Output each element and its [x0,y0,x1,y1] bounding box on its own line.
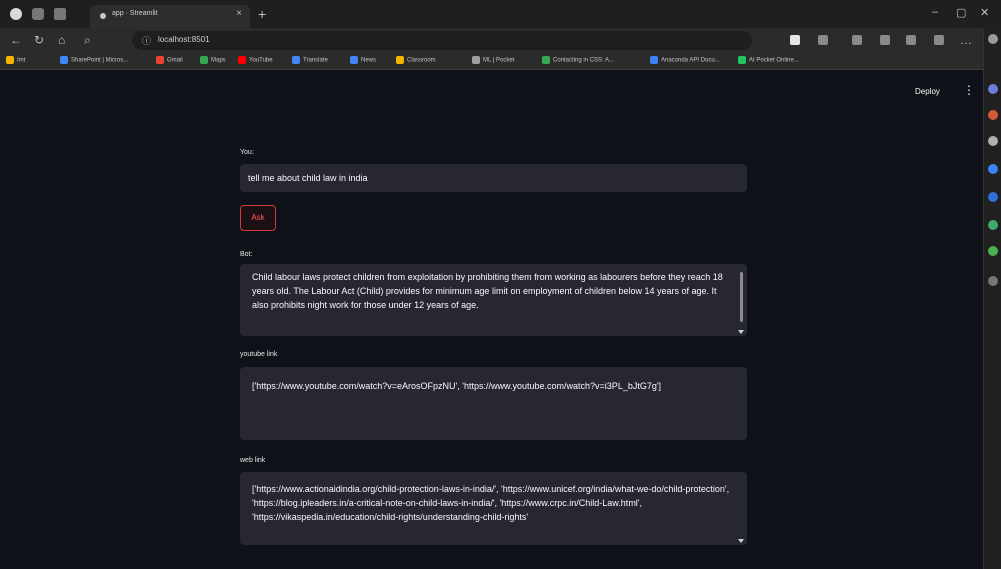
sidebar-app-icon[interactable] [988,246,998,256]
tab-title: app · Streamlit [112,10,158,17]
bookmark-item[interactable]: Imt [6,56,25,64]
close-window-icon[interactable]: ✕ [980,6,989,19]
bookmark-icon [650,56,658,64]
youtube-link-textarea[interactable]: ['https://www.youtube.com/watch?v=eArosO… [240,367,747,440]
tab-favicon-icon [100,13,106,19]
bot-answer-textarea[interactable]: Child labour laws protect children from … [240,264,747,336]
bookmark-icon [738,56,746,64]
query-input-value: tell me about child law in india [248,173,368,183]
maximize-icon[interactable]: ▢ [956,6,966,19]
sidebar-app-icon[interactable] [988,164,998,174]
bookmark-icon [542,56,550,64]
browser-toolbar: ← ↻ ⌂ ⌕ ⓘ localhost:8501 … [0,28,1001,53]
new-tab-icon[interactable]: + [258,6,266,22]
site-info-icon[interactable]: ⓘ [142,34,151,47]
profile-icon[interactable] [10,8,22,20]
query-input[interactable]: tell me about child law in india [240,164,747,192]
youtube-link-text: ['https://www.youtube.com/watch?v=eArosO… [252,381,662,391]
bookmark-item[interactable]: Translate [292,56,328,64]
side-panel [983,28,1001,569]
minimize-icon[interactable]: – [932,6,938,18]
bookmark-item[interactable]: Classroom [396,56,436,64]
web-link-textarea[interactable]: ['https://www.actionaidindia.org/child-p… [240,472,747,545]
bot-label: Bot: [240,251,253,258]
bot-answer-text: Child labour laws protect children from … [252,272,723,310]
address-bar[interactable]: ⓘ localhost:8501 [132,31,752,50]
ask-button[interactable]: Ask [240,205,276,231]
streamlit-app: Deploy ⋮ You: tell me about child law in… [0,71,983,569]
collections-icon[interactable] [852,35,862,45]
bookmark-icon [350,56,358,64]
sidebar-search-icon[interactable] [988,34,998,44]
bookmark-icon [396,56,404,64]
back-icon[interactable]: ← [10,33,22,47]
browser-window: app · Streamlit × + – ▢ ✕ ← ↻ ⌂ ⌕ ⓘ loca… [0,0,1001,569]
bot-answer-scrollbar[interactable] [740,272,743,322]
scroll-down-icon[interactable] [738,330,744,334]
more-icon[interactable]: … [960,33,972,47]
home-icon[interactable]: ⌂ [58,33,65,47]
tab-active[interactable]: app · Streamlit × [90,5,250,28]
sidebar-app-icon[interactable] [988,136,998,146]
scroll-down-icon[interactable] [738,539,744,543]
bookmark-icon [292,56,300,64]
sidebar-add-icon[interactable] [988,276,998,286]
tab-actions-icon[interactable] [54,8,66,20]
bookmark-item[interactable]: SharePoint | Micros... [60,56,128,64]
sidebar-app-icon[interactable] [988,110,998,120]
web-link-label: web link [240,457,266,464]
bookmark-item[interactable]: News [350,56,376,64]
bookmarks-bar: Imt SharePoint | Micros... Gmail Maps Yo… [0,53,1001,70]
bookmark-item[interactable]: Anaconda API Docu... [650,56,720,64]
bookmark-item[interactable]: Maps [200,56,226,64]
title-bar: app · Streamlit × + – ▢ ✕ [0,0,1001,28]
bookmark-icon [156,56,164,64]
bookmark-item[interactable]: Gmail [156,56,183,64]
main-menu-icon[interactable]: ⋮ [963,83,975,97]
bookmark-icon [472,56,480,64]
bookmark-item[interactable]: ML | Pocket [472,56,514,64]
extension-icon[interactable] [790,35,800,45]
bookmark-icon [6,56,14,64]
refresh-icon[interactable]: ↻ [34,33,44,47]
sidebar-app-icon[interactable] [988,192,998,202]
deploy-button[interactable]: Deploy [915,87,940,96]
sidebar-app-icon[interactable] [988,220,998,230]
bookmark-icon [60,56,68,64]
sidebar-app-icon[interactable] [988,84,998,94]
favorites-icon[interactable] [880,35,890,45]
search-icon[interactable]: ⌕ [84,33,91,48]
copilot-icon[interactable] [934,35,944,45]
bookmark-item[interactable]: YouTube [238,56,273,64]
downloads-icon[interactable] [906,35,916,45]
address-text: localhost:8501 [158,35,210,44]
bookmark-item[interactable]: Contacting in CSS: A... [542,56,614,64]
workspaces-icon[interactable] [32,8,44,20]
web-link-text: ['https://www.actionaidindia.org/child-p… [252,484,730,522]
bookmark-item[interactable]: AI Pocket Online... [738,56,799,64]
tab-close-icon[interactable]: × [236,8,242,19]
bookmark-icon [238,56,246,64]
you-label: You: [240,149,254,156]
bookmark-icon [200,56,208,64]
split-screen-icon[interactable] [818,35,828,45]
youtube-link-label: youtube link [240,351,278,358]
